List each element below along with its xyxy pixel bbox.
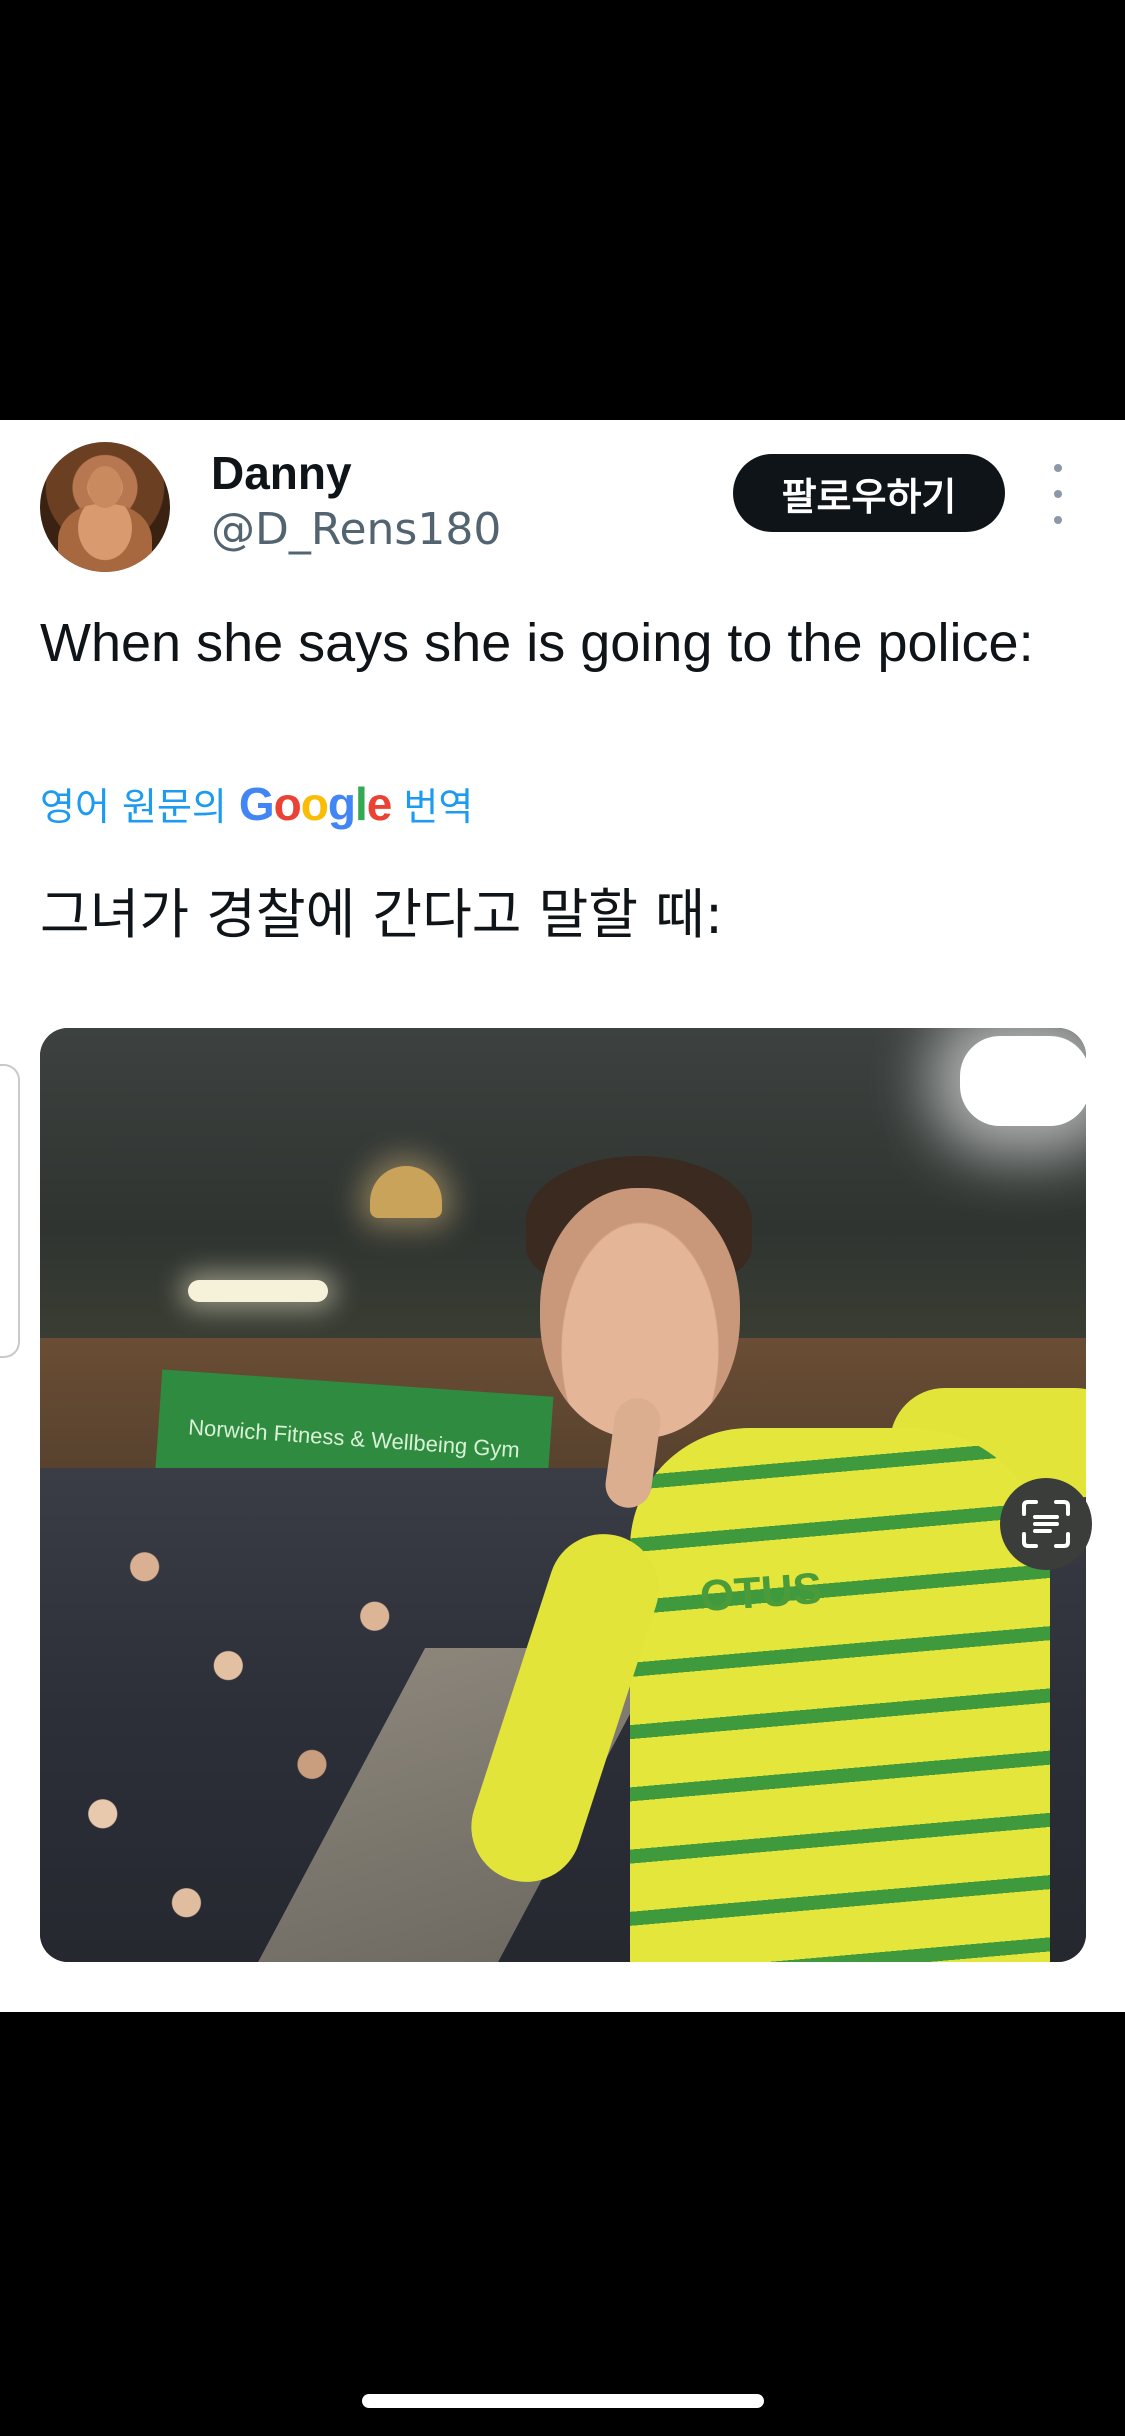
tweet-text: When she says she is going to the police… bbox=[40, 613, 1034, 673]
roof-light bbox=[188, 1280, 328, 1302]
scan-text-icon[interactable] bbox=[1000, 1478, 1092, 1570]
shirt-sponsor: OTUS bbox=[698, 1563, 824, 1622]
tweet-media-image[interactable]: Norwich Fitness & Wellbeing Gym OTUS bbox=[40, 1028, 1086, 1962]
avatar-head bbox=[88, 466, 122, 508]
translation-suffix: 번역 bbox=[403, 785, 474, 829]
translated-text: 그녀가 경찰에 간다고 말할 때: bbox=[40, 883, 724, 946]
avatar[interactable] bbox=[40, 442, 170, 572]
scan-text-glyph bbox=[1022, 1500, 1070, 1548]
avatar-torso bbox=[58, 504, 152, 572]
more-options-icon[interactable] bbox=[1040, 464, 1076, 524]
follow-button[interactable]: 팔로우하기 bbox=[733, 454, 1005, 532]
edge-panel-handle[interactable] bbox=[0, 1064, 20, 1358]
flood-light bbox=[960, 1036, 1086, 1126]
more-dot bbox=[1054, 516, 1062, 524]
translation-link[interactable]: 영어 원문의 Google 번역 bbox=[40, 776, 473, 831]
author-name[interactable]: Danny bbox=[211, 446, 352, 500]
more-dot bbox=[1054, 490, 1062, 498]
google-logo: Google bbox=[238, 777, 392, 830]
home-indicator[interactable] bbox=[362, 2394, 764, 2408]
player-shirt: OTUS bbox=[630, 1428, 1050, 1962]
translation-prefix: 영어 원문의 bbox=[40, 785, 227, 829]
author-handle[interactable]: @D_Rens180 bbox=[211, 504, 501, 555]
more-dot bbox=[1054, 464, 1062, 472]
tweet-card: Danny @D_Rens180 팔로우하기 When she says she… bbox=[0, 420, 1125, 2012]
